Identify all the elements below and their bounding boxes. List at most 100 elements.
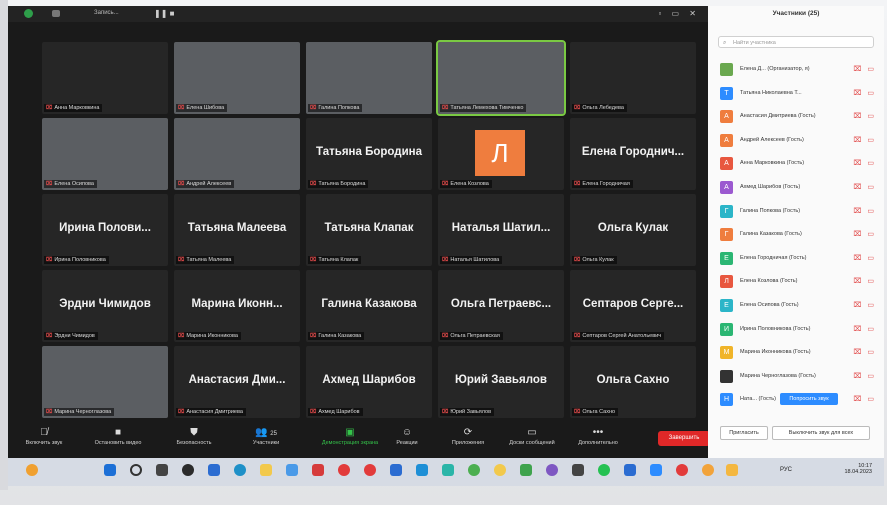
mute-all-button[interactable]: Выключить звук для всех (772, 426, 870, 440)
participant-tile[interactable]: Татьяна Бородина ⌧ Татьяна Бородина (306, 118, 432, 190)
participant-tile[interactable]: Ольга Сахно ⌧ Ольга Сахно (570, 346, 696, 418)
participant-tile[interactable]: Елена Городнич... ⌧ Елена Городничая (570, 118, 696, 190)
participant-row[interactable]: М Марина Иконникова (Гость) ⌧ ▭ (718, 341, 882, 365)
chrome-icon[interactable] (468, 464, 480, 476)
share-screen-icon: ▣ (345, 427, 355, 438)
participant-list: Елена Д... (Организатор, я) ⌧ ▭ Т Татьяна Н… (718, 58, 882, 412)
participant-row[interactable]: Е Елена Осипова (Гость) ⌧ ▭ (718, 294, 882, 318)
participant-tile[interactable]: Ахмед Шарибов ⌧ Ахмед Шарибов (306, 346, 432, 418)
reactions-button[interactable]: ☺ Реакции (384, 426, 430, 446)
avatar: Г (720, 228, 733, 242)
participant-tile[interactable]: ⌧ Марина Черноглазова (42, 346, 168, 418)
app-icon[interactable] (312, 464, 324, 476)
participant-search-input[interactable]: ⌕ Найти участника (718, 36, 874, 48)
participant-tile[interactable]: Анастасия Дми... ⌧ Анастасия Дмитриева (174, 346, 300, 418)
search-icon[interactable] (130, 464, 142, 476)
participant-name: Галина Казакова (318, 333, 362, 339)
participant-tile[interactable]: Татьяна Клапак ⌧ Татьяна Клапак (306, 194, 432, 266)
participant-row[interactable]: Л Елена Козлова (Гость) ⌧ ▭ (718, 270, 882, 294)
participant-row[interactable]: И Ирина Половникова (Гость) ⌧ ▭ (718, 318, 882, 342)
participant-tile[interactable]: Септаров Серге... ⌧ Септаров Сергей Анатол… (570, 270, 696, 342)
app-icon[interactable] (676, 464, 688, 476)
edge-icon[interactable] (234, 464, 246, 476)
participant-name-label: ⌧ Ольга Сахно (572, 408, 619, 416)
opera-icon[interactable] (364, 464, 376, 476)
app-icon[interactable] (208, 464, 220, 476)
participant-tile[interactable]: Марина Иконн... ⌧ Марина Иконникова (174, 270, 300, 342)
task-view-icon[interactable] (156, 464, 168, 476)
app-icon[interactable] (702, 464, 714, 476)
participant-row[interactable]: А Анастасия Дмитриева (Гость) ⌧ ▭ (718, 105, 882, 129)
video-button[interactable]: ■ Остановить видео (82, 426, 154, 446)
participant-row[interactable]: Н Ната... (Гость) Попросить звук ⌧ ▭ (718, 388, 882, 412)
participant-tile[interactable]: ⌧ Анна Марковкина (42, 42, 168, 114)
participant-tile[interactable]: ⌧ Андрей Алексеев (174, 118, 300, 190)
app-icon[interactable] (546, 464, 558, 476)
participant-name: Татьяна Клапак (318, 257, 359, 263)
app-icon[interactable] (286, 464, 298, 476)
participant-tile[interactable]: Ольга Кулак ⌧ Ольга Кулак (570, 194, 696, 266)
app-icon[interactable] (390, 464, 402, 476)
share-screen-button[interactable]: ▣ Демонстрация экрана (314, 426, 386, 446)
participant-tile[interactable]: Юрий Завьялов ⌧ Юрий Завьялов (438, 346, 564, 418)
system-tray[interactable]: РУС 10:17 18.04.2023 (780, 463, 872, 475)
pause-recording-icon[interactable]: ❚❚ ■ (154, 9, 174, 18)
language-indicator[interactable]: РУС (780, 467, 792, 473)
mute-button[interactable]: 🎙̸ Включить звук (8, 426, 80, 446)
explorer-icon[interactable] (260, 464, 272, 476)
participant-tile[interactable]: ⌧ Елена Шибова (174, 42, 300, 114)
weather-icon[interactable] (26, 464, 38, 476)
participant-tile[interactable]: Ольга Петраевс... ⌧ Ольга Петраевская (438, 270, 564, 342)
participant-name: Татьяна Бородина (318, 181, 366, 187)
participant-row[interactable]: А Анна Марковкина (Гость) ⌧ ▭ (718, 152, 882, 176)
participant-tile[interactable]: Галина Казакова ⌧ Галина Казакова (306, 270, 432, 342)
app-icon[interactable] (338, 464, 350, 476)
participants-button[interactable]: 👥 25 Участники (230, 426, 302, 446)
participant-row[interactable]: Е Елена Городничая (Гость) ⌧ ▭ (718, 247, 882, 271)
participant-display-name: Юрий Завьялов (455, 374, 547, 386)
mic-muted-icon: ⌧ (574, 409, 581, 415)
participant-tile[interactable]: Татьяна Малеева ⌧ Татьяна Малеева (174, 194, 300, 266)
participant-tile[interactable]: Эрдни Чимидов ⌧ Эрдни Чимидов (42, 270, 168, 342)
participant-row[interactable]: Марина Черноглазова (Гость) ⌧ ▭ (718, 365, 882, 389)
participant-row[interactable]: Г Галина Попкова (Гость) ⌧ ▭ (718, 200, 882, 224)
participant-tile[interactable]: Наталья Шатил... ⌧ Наталья Шатилова (438, 194, 564, 266)
clock-date: 18.04.2023 (844, 469, 872, 475)
invite-button[interactable]: Пригласить (720, 426, 768, 440)
participant-name: Ирина Половникова (54, 257, 106, 263)
window-controls[interactable]: ▫ ▭ ✕ (658, 9, 700, 18)
zoom-icon[interactable] (650, 464, 662, 476)
app-icon[interactable] (182, 464, 194, 476)
security-button[interactable]: ⛊ Безопасность (158, 426, 230, 446)
participant-tile[interactable]: Ирина Полови... ⌧ Ирина Половникова (42, 194, 168, 266)
participant-name-label: ⌧ Татьяна Клапак (308, 256, 362, 264)
participant-tile[interactable]: ⌧ Ольга Лебедева (570, 42, 696, 114)
yandex-icon[interactable] (494, 464, 506, 476)
app-icon[interactable] (572, 464, 584, 476)
participant-row[interactable]: А Ахмед Шарибов (Гость) ⌧ ▭ (718, 176, 882, 200)
participant-tile[interactable]: ⌧ Галина Попкова (306, 42, 432, 114)
participant-row[interactable]: Елена Д... (Организатор, я) ⌧ ▭ (718, 58, 882, 82)
app-icon[interactable] (726, 464, 738, 476)
participant-row[interactable]: Г Галина Казакова (Гость) ⌧ ▭ (718, 223, 882, 247)
participant-row[interactable]: Т Татьяна Николаевна Т... ⌧ ▭ (718, 82, 882, 106)
participant-name-label: ⌧ Наталья Шатилова (440, 256, 503, 264)
more-button[interactable]: ••• Дополнительно (568, 426, 628, 446)
whatsapp-icon[interactable] (598, 464, 610, 476)
participant-row[interactable]: А Андрей Алексеев (Гость) ⌧ ▭ (718, 129, 882, 153)
avatar: А (720, 180, 733, 194)
participant-tile[interactable]: Л ⌧ Елена Козлова (438, 118, 564, 190)
app-icon[interactable] (520, 464, 532, 476)
info-icon[interactable] (52, 10, 60, 17)
app-icon[interactable] (624, 464, 636, 476)
ask-to-unmute-button[interactable]: Попросить звук (780, 393, 838, 406)
security-shield-icon[interactable] (24, 9, 33, 18)
participant-tile[interactable]: ⌧ Елена Осипова (42, 118, 168, 190)
end-meeting-button[interactable]: Завершить (658, 431, 710, 446)
app-icon[interactable] (416, 464, 428, 476)
apps-button[interactable]: ⟳ Приложения (438, 426, 498, 446)
app-icon[interactable] (442, 464, 454, 476)
participant-tile[interactable]: ⌧ Татьяна Лемехова Тимченко (436, 40, 566, 116)
whiteboard-button[interactable]: ▭ Доски сообщений (496, 426, 568, 446)
start-icon[interactable] (104, 464, 116, 476)
